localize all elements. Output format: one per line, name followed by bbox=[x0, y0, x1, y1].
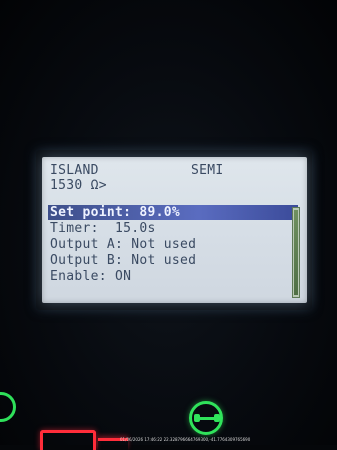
menu-row-output-a[interactable]: Output A: Not used bbox=[50, 238, 196, 252]
menu-row-output-b[interactable]: Output B: Not used bbox=[50, 254, 196, 268]
row-label: Set point: bbox=[50, 205, 132, 220]
mode-label: ISLAND bbox=[50, 163, 99, 178]
row-value: 89.0% bbox=[139, 205, 181, 220]
row-label: Timer: bbox=[50, 221, 99, 236]
menu-row-timer[interactable]: Timer: 15.0s bbox=[50, 222, 156, 236]
menu-scrollbar[interactable] bbox=[292, 207, 300, 298]
red-button-icon[interactable] bbox=[40, 430, 96, 450]
photo-timestamp: 01/06/2026 17:46:22 22.328796664769300,-… bbox=[120, 437, 251, 442]
breaker-button-icon[interactable] bbox=[189, 401, 223, 435]
menu-row-set-point[interactable]: Set point: 89.0% bbox=[50, 206, 180, 220]
breaker-contact-right bbox=[214, 414, 220, 422]
menu-row-enable[interactable]: Enable: ON bbox=[50, 270, 131, 284]
row-value: ON bbox=[115, 269, 132, 284]
row-value: Not used bbox=[131, 253, 197, 268]
row-value: 15.0s bbox=[115, 221, 156, 236]
menu-breadcrumb: 1530 Ω> bbox=[50, 178, 107, 193]
row-label: Output A: bbox=[50, 237, 124, 252]
row-label: Output B: bbox=[50, 253, 124, 268]
lcd-display: ISLAND SEMI 1530 Ω> Set point: 89.0% Tim… bbox=[42, 157, 307, 303]
control-mode-label: SEMI bbox=[191, 163, 224, 178]
row-value: Not used bbox=[131, 237, 197, 252]
scrollbar-thumb[interactable] bbox=[294, 210, 298, 295]
breaker-bar bbox=[196, 417, 216, 420]
row-label: Enable: bbox=[50, 269, 107, 284]
